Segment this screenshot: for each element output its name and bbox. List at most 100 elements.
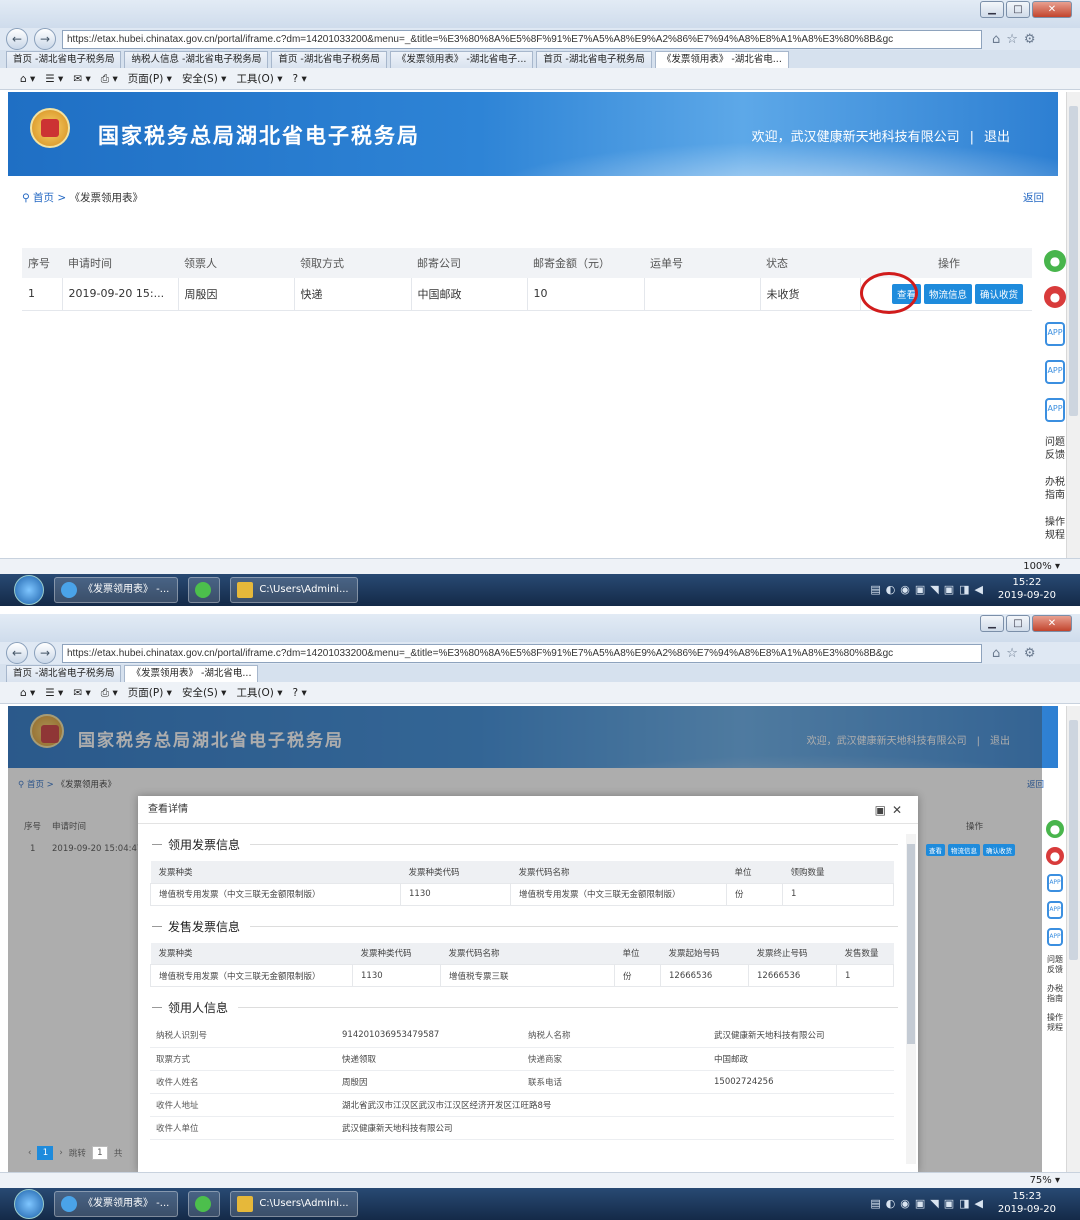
col-header: 状态 bbox=[760, 248, 860, 278]
minimize-icon[interactable]: ▁ bbox=[980, 615, 1004, 632]
mail-icon[interactable]: ✉ ▾ bbox=[73, 687, 90, 699]
app-icon[interactable]: APP bbox=[1047, 874, 1063, 892]
taskbar-folder[interactable]: C:\Users\Admini... bbox=[230, 577, 358, 603]
forward-icon[interactable]: → bbox=[34, 642, 56, 664]
screenshot-1: ▁ □ ✕ ← → https://etax.hubei.chinatax.go… bbox=[0, 0, 1080, 606]
tab[interactable]: 纳税人信息 -湖北省电子税务局 bbox=[124, 51, 269, 68]
tab[interactable]: 首页 -湖北省电子税务局 bbox=[6, 665, 122, 682]
help-icon[interactable]: ? ▾ bbox=[293, 687, 307, 699]
back-link[interactable]: 返回 bbox=[1023, 190, 1044, 205]
tray-icons[interactable]: ▤◐◉▣◥▣◨◀ bbox=[870, 583, 988, 596]
taskbar-ie[interactable]: 《发票领用表》 -... bbox=[54, 577, 179, 603]
feeds-icon[interactable]: ☰ ▾ bbox=[45, 687, 63, 699]
weibo-icon[interactable]: ● bbox=[1046, 847, 1064, 865]
rules-link[interactable]: 操作规程 bbox=[1044, 516, 1066, 542]
app-icon[interactable]: APP bbox=[1045, 398, 1065, 422]
rules-link[interactable]: 操作规程 bbox=[1046, 1013, 1064, 1033]
forward-icon[interactable]: → bbox=[34, 28, 56, 50]
modal-scrollbar[interactable] bbox=[906, 834, 916, 1164]
modal-close-icon[interactable]: ✕ bbox=[892, 803, 908, 817]
prev-page-icon[interactable]: ‹ bbox=[28, 1148, 31, 1158]
tab[interactable]: 首页 -湖北省电子税务局 bbox=[6, 51, 122, 68]
start-button[interactable] bbox=[14, 1189, 44, 1219]
back-icon[interactable]: ← bbox=[6, 28, 28, 50]
tab[interactable]: 《发票领用表》 -湖北省电子... bbox=[389, 51, 534, 68]
status-bar: 100% ▾ bbox=[0, 558, 1080, 574]
tab[interactable]: 首页 -湖北省电子税务局 bbox=[536, 51, 652, 68]
value: 湖北省武汉市江汉区武汉市江汉区经济开发区江旺路8号 bbox=[336, 1093, 894, 1117]
logout-link[interactable]: 退出 bbox=[984, 130, 1010, 145]
safety-menu[interactable]: 安全(S) ▾ bbox=[182, 73, 226, 85]
cell: 1 bbox=[782, 882, 894, 906]
home-star-gear-icon[interactable]: ⌂☆⚙ bbox=[992, 32, 1042, 47]
clock[interactable]: 15:22 2019-09-20 bbox=[998, 576, 1056, 602]
clock[interactable]: 15:23 2019-09-20 bbox=[998, 1190, 1056, 1216]
feeds-icon[interactable]: ☰ ▾ bbox=[45, 73, 63, 85]
section-title: 发售发票信息 bbox=[152, 918, 918, 935]
taskbar-app[interactable] bbox=[188, 577, 221, 603]
maximize-icon[interactable]: □ bbox=[1006, 615, 1030, 632]
close-icon[interactable]: ✕ bbox=[1032, 1, 1072, 18]
taskbar-folder[interactable]: C:\Users\Admini... bbox=[230, 1191, 358, 1217]
page-menu[interactable]: 页面(P) ▾ bbox=[128, 687, 172, 699]
guide-link[interactable]: 办税指南 bbox=[1044, 476, 1066, 502]
ie-icon bbox=[61, 1196, 77, 1212]
next-page-icon[interactable]: › bbox=[59, 1148, 62, 1158]
issued-invoice-table: 发票种类 发票种类代码 发票代码名称 单位 领购数量 增值税专用发票（中文三联无… bbox=[150, 861, 894, 906]
start-button[interactable] bbox=[14, 575, 44, 605]
feedback-link[interactable]: 问题反馈 bbox=[1046, 955, 1064, 975]
minimize-icon[interactable]: ▁ bbox=[980, 1, 1004, 18]
weibo-icon[interactable]: ● bbox=[1044, 286, 1066, 308]
safety-menu[interactable]: 安全(S) ▾ bbox=[182, 687, 226, 699]
confirm-receipt-button[interactable]: 确认收货 bbox=[974, 283, 1023, 304]
tools-menu[interactable]: 工具(O) ▾ bbox=[236, 687, 282, 699]
maximize-icon[interactable]: □ bbox=[1006, 1, 1030, 18]
page-input[interactable]: 1 bbox=[91, 1146, 108, 1160]
cell-no: 1 bbox=[22, 278, 63, 311]
bg-cell-time: 2019-09-20 15:04:47 bbox=[52, 844, 143, 854]
print-icon[interactable]: ⎙ ▾ bbox=[101, 73, 118, 85]
jump-label: 跳转 bbox=[68, 1149, 86, 1159]
wechat-icon[interactable]: ● bbox=[1044, 250, 1066, 272]
home-star-gear-icon[interactable]: ⌂☆⚙ bbox=[992, 646, 1042, 661]
taskbar: 《发票领用表》 -... C:\Users\Admini... ▤◐◉▣◥▣◨◀… bbox=[0, 574, 1080, 606]
mail-icon[interactable]: ✉ ▾ bbox=[73, 73, 90, 85]
page-number[interactable]: 1 bbox=[37, 1146, 54, 1160]
address-bar[interactable]: https://etax.hubei.chinatax.gov.cn/porta… bbox=[62, 29, 982, 49]
page-scrollbar[interactable] bbox=[1066, 92, 1080, 558]
app-icon[interactable]: APP bbox=[1045, 360, 1065, 384]
feedback-link[interactable]: 问题反馈 bbox=[1044, 436, 1066, 462]
cell: 1130 bbox=[352, 964, 441, 987]
tray-icons[interactable]: ▤◐◉▣◥▣◨◀ bbox=[870, 1197, 988, 1210]
close-icon[interactable]: ✕ bbox=[1032, 615, 1072, 632]
breadcrumb-home[interactable]: 首页 bbox=[33, 192, 54, 204]
print-icon[interactable]: ⎙ ▾ bbox=[101, 687, 118, 699]
wechat-icon[interactable]: ● bbox=[1046, 820, 1064, 838]
guide-link[interactable]: 办税指南 bbox=[1046, 984, 1064, 1004]
app-icon[interactable]: APP bbox=[1045, 322, 1065, 346]
recipient-info-table: 纳税人识别号 914201036953479587 纳税人名称 武汉健康新天地科… bbox=[150, 1024, 894, 1140]
home-icon[interactable]: ⌂ ▾ bbox=[20, 73, 35, 85]
back-icon[interactable]: ← bbox=[6, 642, 28, 664]
taskbar-app[interactable] bbox=[188, 1191, 221, 1217]
page-menu[interactable]: 页面(P) ▾ bbox=[128, 73, 172, 85]
tab[interactable]: 《发票领用表》 -湖北省电... bbox=[654, 51, 789, 68]
help-icon[interactable]: ? ▾ bbox=[293, 73, 307, 85]
app-icon[interactable]: APP bbox=[1047, 928, 1063, 946]
page-scrollbar[interactable] bbox=[1066, 706, 1080, 1172]
tools-menu[interactable]: 工具(O) ▾ bbox=[236, 73, 282, 85]
taskbar-ie[interactable]: 《发票领用表》 -... bbox=[54, 1191, 179, 1217]
zoom-level[interactable]: 100% bbox=[1023, 561, 1052, 572]
restore-icon[interactable]: ▣ bbox=[875, 803, 892, 817]
app-icon[interactable]: APP bbox=[1047, 901, 1063, 919]
status-bar: 75% ▾ bbox=[0, 1172, 1080, 1188]
home-icon[interactable]: ⌂ ▾ bbox=[20, 687, 35, 699]
logistics-button[interactable]: 物流信息 bbox=[923, 283, 972, 304]
logistics-button[interactable]: 物流信息 bbox=[948, 844, 980, 856]
address-bar[interactable]: https://etax.hubei.chinatax.gov.cn/porta… bbox=[62, 643, 982, 663]
view-button[interactable]: 查看 bbox=[926, 844, 945, 856]
confirm-receipt-button[interactable]: 确认收货 bbox=[983, 844, 1015, 856]
tab[interactable]: 首页 -湖北省电子税务局 bbox=[271, 51, 387, 68]
tab[interactable]: 《发票领用表》 -湖北省电... bbox=[124, 665, 259, 682]
zoom-level[interactable]: 75% bbox=[1030, 1175, 1052, 1186]
